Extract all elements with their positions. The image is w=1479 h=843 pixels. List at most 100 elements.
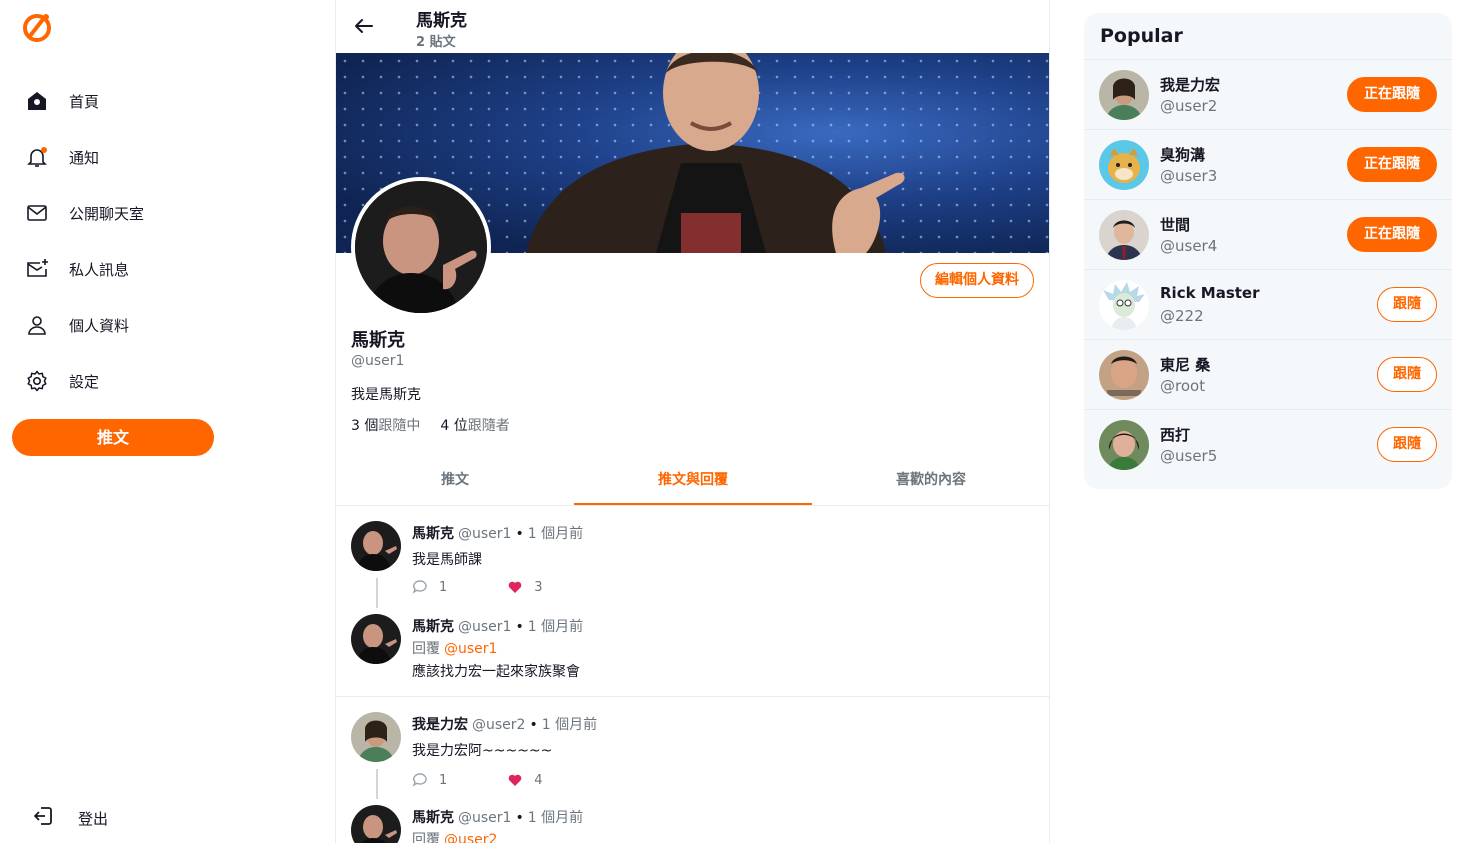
avatar[interactable] [351, 712, 401, 762]
nav-home-label: 首頁 [69, 92, 100, 111]
author-handle[interactable]: @user1 [458, 526, 511, 542]
popular-user-name: 我是力宏 [1160, 76, 1221, 94]
like-count: 4 [534, 772, 543, 788]
home-icon [24, 88, 50, 114]
tab-tweets[interactable]: 推文 [336, 458, 574, 505]
avatar[interactable] [1099, 420, 1149, 470]
tweet-time: 1 個月前 [527, 526, 584, 542]
reply-count: 1 [439, 772, 448, 788]
reply-mention[interactable]: @user2 [444, 832, 497, 843]
nav-notifications[interactable]: 通知 [24, 143, 99, 171]
popular-user-name: 臭狗溝 [1160, 146, 1206, 164]
tweet-button[interactable]: 推文 [12, 419, 214, 456]
nav-profile-label: 個人資料 [69, 316, 130, 335]
reply-action[interactable]: 1 [412, 772, 447, 788]
like-count: 3 [534, 579, 543, 595]
popular-user-handle: @user5 [1160, 447, 1218, 465]
popular-user-handle: @222 [1160, 307, 1204, 325]
avatar[interactable] [1099, 350, 1149, 400]
nav-private-messages-label: 私人訊息 [69, 260, 130, 279]
tweet-text: 應該找力宏一起來家族聚會 [412, 664, 580, 680]
profile-bio: 我是馬斯克 [351, 387, 421, 403]
left-sidebar: 首頁 通知 公開聊天室 私人訊息 個人資料 設定 推文 登出 [0, 0, 336, 843]
tab-tweets-and-replies[interactable]: 推文與回覆 [574, 458, 812, 505]
ac-logo-icon[interactable] [22, 11, 54, 43]
cover-person-illustration [526, 53, 905, 253]
logout-button[interactable]: 登出 [31, 804, 108, 832]
nav-private-messages[interactable]: 私人訊息 [24, 255, 129, 283]
edit-profile-button[interactable]: 編輯個人資料 [920, 263, 1034, 298]
comment-icon [412, 580, 427, 594]
thread-connector [376, 578, 378, 608]
avatar[interactable] [1099, 280, 1149, 330]
popular-user-row[interactable]: Rick Master @222 跟隨 [1084, 269, 1452, 339]
reply-action[interactable]: 1 [412, 579, 447, 595]
author-name[interactable]: 馬斯克 [412, 526, 454, 542]
back-arrow-icon[interactable] [352, 14, 376, 38]
separator-dot: • [515, 619, 524, 635]
author-handle[interactable]: @user1 [458, 619, 511, 635]
popular-user-row[interactable]: 西打 @user5 跟隨 [1084, 409, 1452, 479]
main-column: 馬斯克 2 貼文 編輯個人資料 馬斯克 @user1 我是馬斯克 3 個跟隨中 [335, 0, 1050, 843]
author-name[interactable]: 馬斯克 [412, 619, 454, 635]
profile-avatar[interactable] [351, 177, 491, 317]
popular-user-handle: @user2 [1160, 97, 1218, 115]
following-button[interactable]: 正在跟隨 [1347, 77, 1437, 112]
nav-profile[interactable]: 個人資料 [24, 311, 129, 339]
popular-user-name: 世間 [1160, 216, 1191, 234]
like-action[interactable]: 3 [507, 579, 543, 595]
header-post-count: 2 貼文 [416, 35, 456, 50]
following-button[interactable]: 正在跟隨 [1347, 217, 1437, 252]
nav-notifications-label: 通知 [69, 148, 100, 167]
popular-user-name: Rick Master [1160, 284, 1260, 302]
profile-tabs: 推文 推文與回覆 喜歡的內容 [336, 458, 1049, 506]
tweet-actions: 1 4 [412, 772, 543, 788]
nav-settings[interactable]: 設定 [24, 367, 99, 395]
avatar[interactable] [351, 614, 401, 664]
followers-link[interactable]: 4 位跟隨者 [440, 415, 509, 435]
popular-user-row[interactable]: 東尼 桑 @root 跟隨 [1084, 339, 1452, 409]
avatar[interactable] [1099, 210, 1149, 260]
popular-user-row[interactable]: 臭狗溝 @user3 正在跟隨 [1084, 129, 1452, 199]
following-link[interactable]: 3 個跟隨中 [351, 415, 420, 435]
reply-to: 回覆 @user1 [412, 638, 497, 658]
avatar[interactable] [1099, 70, 1149, 120]
nav-public-chat[interactable]: 公開聊天室 [24, 199, 144, 227]
following-button[interactable]: 正在跟隨 [1347, 147, 1437, 182]
mail-plus-icon [24, 256, 50, 282]
nav-home[interactable]: 首頁 [24, 87, 99, 115]
tweet-time: 1 個月前 [527, 810, 584, 826]
nav-public-chat-label: 公開聊天室 [69, 204, 145, 223]
profile-name: 馬斯克 [351, 330, 405, 351]
popular-user-row[interactable]: 世間 @user4 正在跟隨 [1084, 199, 1452, 269]
tweet-header: 馬斯克 @user1 • 1 個月前 [412, 807, 583, 827]
mail-icon [24, 200, 50, 226]
author-name[interactable]: 馬斯克 [412, 810, 454, 826]
avatar[interactable] [351, 805, 401, 843]
profile-handle: @user1 [351, 353, 405, 369]
popular-user-handle: @user3 [1160, 167, 1218, 185]
author-handle[interactable]: @user1 [458, 810, 511, 826]
tweet-time: 1 個月前 [527, 619, 584, 635]
following-label: 跟隨中 [378, 418, 421, 434]
author-handle[interactable]: @user2 [472, 717, 525, 733]
follow-stats: 3 個跟隨中 4 位跟隨者 [351, 415, 510, 435]
separator-dot: • [515, 810, 524, 826]
author-name[interactable]: 我是力宏 [412, 717, 468, 733]
thread: 我是力宏 @user2 • 1 個月前 我是力宏阿~~~~~~ 1 4 馬斯克 @use… [336, 697, 1049, 843]
tweet-time: 1 個月前 [541, 717, 598, 733]
popular-user-name: 西打 [1160, 426, 1191, 444]
follow-button[interactable]: 跟隨 [1377, 357, 1437, 392]
avatar[interactable] [1099, 140, 1149, 190]
follow-button[interactable]: 跟隨 [1377, 287, 1437, 322]
avatar[interactable] [351, 521, 401, 571]
reply-mention[interactable]: @user1 [444, 641, 497, 657]
reply-count: 1 [439, 579, 448, 595]
follow-button[interactable]: 跟隨 [1377, 427, 1437, 462]
reply-prefix: 回覆 [412, 832, 440, 843]
tab-likes[interactable]: 喜歡的內容 [812, 458, 1049, 505]
popular-user-row[interactable]: 我是力宏 @user2 正在跟隨 [1084, 59, 1452, 129]
tweet-header: 我是力宏 @user2 • 1 個月前 [412, 714, 597, 734]
like-action[interactable]: 4 [507, 772, 543, 788]
popular-title: Popular [1100, 25, 1183, 47]
